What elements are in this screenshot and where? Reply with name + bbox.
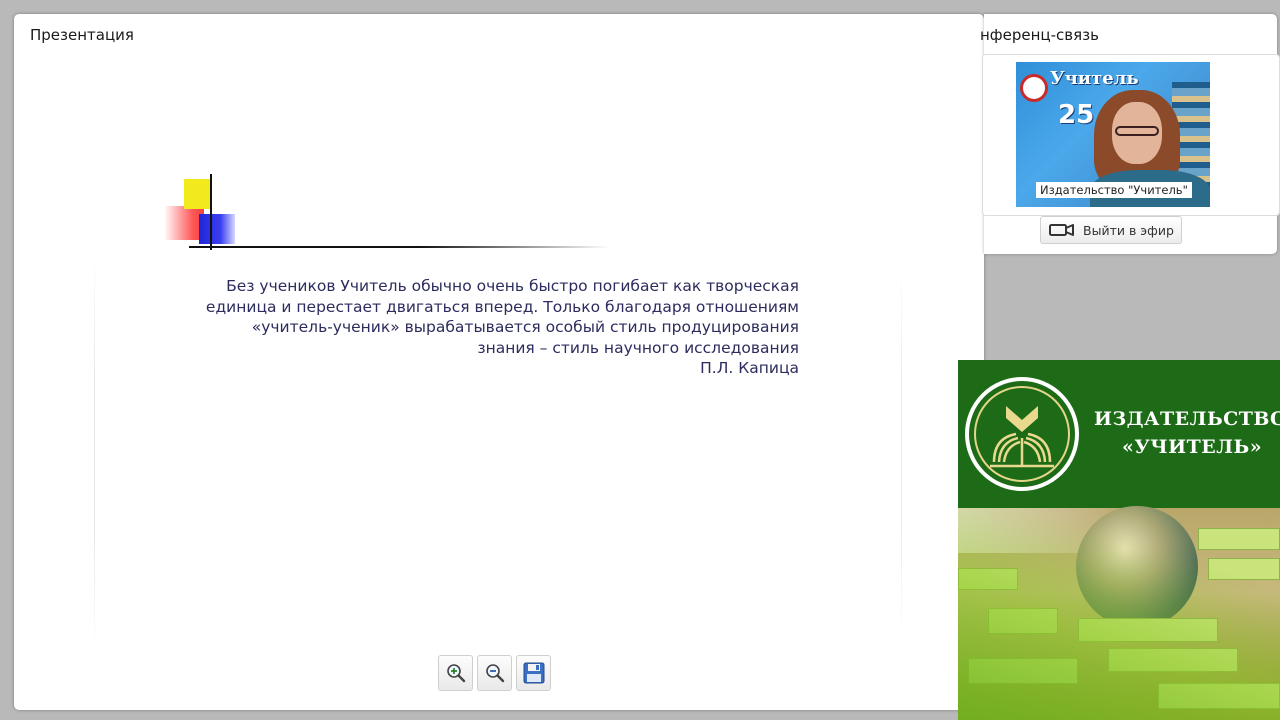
publisher-banner: ИЗДАТЕЛЬСТВО «УЧИТЕЛЬ» (958, 360, 1280, 720)
slide-edge-right (901, 264, 902, 644)
slide-decoration-horizontal-line (189, 246, 609, 248)
presentation-slide: Без учеников Учитель обычно очень быстро… (94, 174, 902, 654)
go-live-button[interactable]: Выйти в эфир (1040, 216, 1182, 244)
zoom-out-button[interactable] (477, 655, 512, 691)
camera-icon (1049, 224, 1074, 236)
video-stream[interactable]: Учитель 25 Издательство "Учитель" (1016, 62, 1210, 207)
presentation-panel: Презентация Без учеников Учитель обычно … (14, 14, 984, 710)
quote-line-1: Без учеников Учитель обычно очень быстро… (226, 277, 799, 295)
slide-decoration-red (164, 206, 204, 240)
quote-line-2: единица и перестает двигаться вперед. То… (205, 297, 799, 316)
banner-books-image (958, 506, 1280, 720)
quote-author: П.Л. Капица (700, 359, 799, 377)
save-button[interactable] (516, 655, 551, 691)
banner-publisher-line1: ИЗДАТЕЛЬСТВО (1094, 408, 1280, 430)
slide-decoration-blue (199, 214, 235, 244)
banner-green-overlay (958, 508, 1280, 720)
slide-quote: Без учеников Учитель обычно очень быстро… (194, 276, 799, 379)
slide-decoration-yellow (184, 179, 212, 209)
save-icon (523, 662, 544, 684)
video-anniversary-number: 25 (1058, 100, 1095, 130)
go-live-label: Выйти в эфир (1083, 222, 1174, 238)
banner-header: ИЗДАТЕЛЬСТВО «УЧИТЕЛЬ» (958, 360, 1280, 508)
quote-line-3: «учитель-ученик» вырабатывается особый с… (251, 318, 799, 336)
publisher-emblem-icon (965, 377, 1079, 491)
video-caption: Издательство "Учитель" (1036, 182, 1192, 198)
conference-title: нференц-связь (980, 26, 1099, 44)
conference-panel: нференц-связь Учитель 25 Издательство "У… (980, 14, 1280, 254)
slide-edge-left (94, 254, 95, 654)
zoom-in-icon (446, 664, 465, 683)
presentation-title: Презентация (30, 26, 134, 44)
speaker-glasses (1115, 126, 1159, 136)
zoom-in-button[interactable] (438, 655, 473, 691)
presentation-toolbar (438, 655, 551, 693)
zoom-out-icon (485, 664, 504, 683)
banner-publisher-line2: «УЧИТЕЛЬ» (1122, 436, 1263, 458)
video-brand-text: Учитель (1050, 68, 1139, 89)
video-frame: Учитель 25 Издательство "Учитель" (982, 54, 1280, 216)
publisher-logo-icon (1020, 74, 1048, 102)
slide-decoration-vertical-line (210, 174, 212, 250)
quote-line-4: знания – стиль научного исследования (477, 338, 799, 357)
